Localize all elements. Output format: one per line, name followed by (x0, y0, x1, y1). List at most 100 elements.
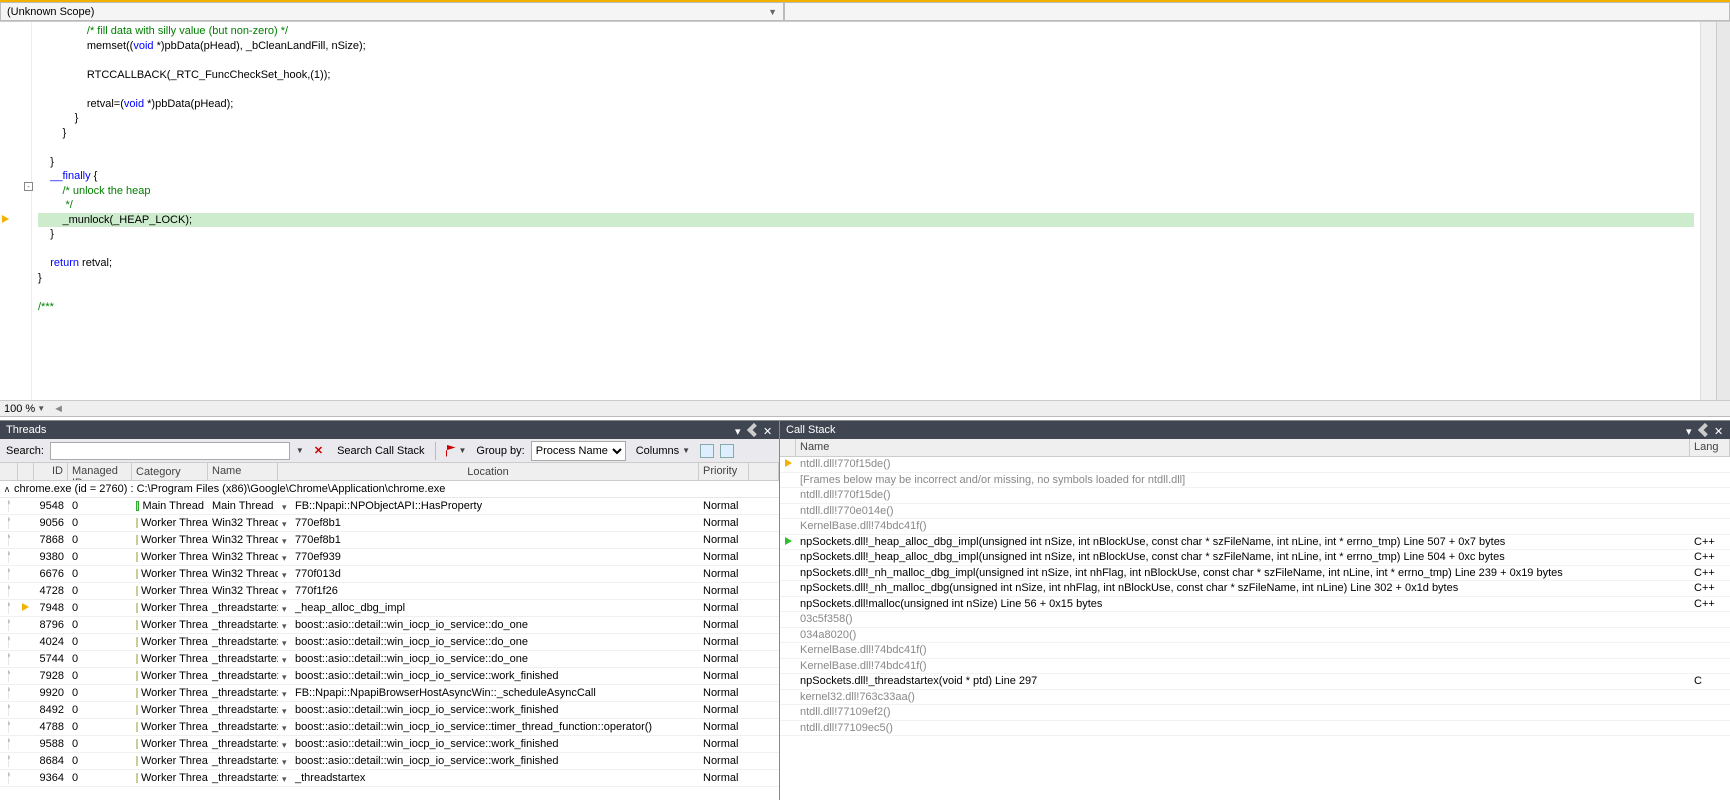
flag-icon[interactable] (8, 755, 10, 767)
search-input[interactable] (50, 442, 290, 460)
expand-icon[interactable] (282, 518, 292, 528)
expand-icon[interactable] (282, 535, 292, 545)
col-category[interactable]: Category (132, 463, 208, 480)
flag-icon[interactable] (8, 500, 10, 512)
thread-row[interactable]: 93800Worker ThreadWin32 Thread770ef939No… (0, 549, 779, 566)
expand-icon[interactable] (282, 722, 292, 732)
thread-row[interactable]: 47880Worker Thread_threadstartexboost::a… (0, 719, 779, 736)
col-lang[interactable]: Lang (1690, 439, 1730, 456)
col-name[interactable]: Name (796, 439, 1690, 456)
flag-icon[interactable] (8, 517, 10, 529)
flag-icon[interactable] (8, 772, 10, 784)
thread-row[interactable]: 95880Worker Thread_threadstartexboost::a… (0, 736, 779, 753)
window-position-icon[interactable]: ▾ (1686, 425, 1696, 435)
callstack-row[interactable]: KernelBase.dll!74bdc41f() (780, 519, 1730, 535)
callstack-row[interactable]: kernel32.dll!763c33aa() (780, 690, 1730, 706)
expand-icon[interactable] (282, 671, 292, 681)
col-managed-id[interactable]: Managed ID (68, 463, 132, 480)
callstack-row[interactable]: ntdll.dll!770e014e() (780, 504, 1730, 520)
flag-icon[interactable] (8, 687, 10, 699)
col-location[interactable]: Location (278, 463, 699, 480)
search-callstack-button[interactable]: Search Call Stack (333, 444, 428, 458)
callstack-row[interactable]: ntdll.dll!770f15de() (780, 488, 1730, 504)
editor-scrollbar[interactable] (1700, 22, 1716, 400)
flag-icon[interactable] (8, 738, 10, 750)
collapse-stacks-icon[interactable] (720, 444, 734, 458)
chevron-down-icon[interactable]: ▼ (37, 404, 45, 413)
pin-icon[interactable] (1698, 423, 1712, 437)
flag-icon[interactable] (8, 585, 10, 597)
callstack-row[interactable]: [Frames below may be incorrect and/or mi… (780, 473, 1730, 489)
thread-row[interactable]: 86840Worker Thread_threadstartexboost::a… (0, 753, 779, 770)
member-dropdown[interactable] (784, 2, 1730, 21)
callstack-row[interactable]: npSockets.dll!_heap_alloc_dbg_impl(unsig… (780, 535, 1730, 551)
flag-icon[interactable] (8, 602, 10, 614)
flag-icon[interactable] (8, 619, 10, 631)
expand-icon[interactable] (282, 773, 292, 783)
columns-button[interactable]: Columns▼ (632, 444, 694, 458)
expand-icon[interactable] (282, 637, 292, 647)
expand-icon[interactable] (282, 552, 292, 562)
flag-icon[interactable] (8, 721, 10, 733)
expand-icon[interactable] (282, 654, 292, 664)
thread-row[interactable]: 87960Worker Thread_threadstartexboost::a… (0, 617, 779, 634)
flag-icon[interactable] (8, 653, 10, 665)
callstack-body[interactable]: ntdll.dll!770f15de()[Frames below may be… (780, 457, 1730, 800)
scroll-left-icon[interactable]: ◄ (53, 403, 64, 415)
flag-icon[interactable] (8, 636, 10, 648)
thread-row[interactable]: 99200Worker Thread_threadstartexFB::Npap… (0, 685, 779, 702)
thread-row[interactable]: 90560Worker ThreadWin32 Thread770ef8b1No… (0, 515, 779, 532)
callstack-row[interactable]: KernelBase.dll!74bdc41f() (780, 643, 1730, 659)
thread-row[interactable]: 47280Worker ThreadWin32 Thread770f1f26No… (0, 583, 779, 600)
expand-icon[interactable] (282, 603, 292, 613)
scope-dropdown[interactable]: (Unknown Scope) ▼ (0, 2, 784, 21)
flag-icon[interactable] (8, 704, 10, 716)
col-name[interactable]: Name (208, 463, 278, 480)
thread-row[interactable]: 66760Worker ThreadWin32 Thread770f013dNo… (0, 566, 779, 583)
expand-icon[interactable] (282, 620, 292, 630)
groupby-select[interactable]: Process Name (531, 441, 626, 461)
close-icon[interactable]: ✕ (763, 425, 773, 435)
threads-body[interactable]: ʌchrome.exe (id = 2760) : C:\Program Fil… (0, 481, 779, 800)
callstack-row[interactable]: npSockets.dll!_heap_alloc_dbg_impl(unsig… (780, 550, 1730, 566)
fold-icon[interactable]: - (24, 182, 33, 191)
thread-row[interactable]: 40240Worker Thread_threadstartexboost::a… (0, 634, 779, 651)
callstack-row[interactable]: 03c5f358() (780, 612, 1730, 628)
expand-icon[interactable] (282, 569, 292, 579)
expand-icon[interactable] (282, 739, 292, 749)
expand-icon[interactable] (282, 688, 292, 698)
thread-row[interactable]: 78680Worker ThreadWin32 Thread770ef8b1No… (0, 532, 779, 549)
editor-code-area[interactable]: /* fill data with silly value (but non-z… (32, 22, 1700, 400)
callstack-row[interactable]: ntdll.dll!770f15de() (780, 457, 1730, 473)
flag-icon[interactable] (8, 568, 10, 580)
thread-row[interactable]: 79480Worker Thread_threadstartex_heap_al… (0, 600, 779, 617)
col-priority[interactable]: Priority (699, 463, 749, 480)
thread-group-row[interactable]: ʌchrome.exe (id = 2760) : C:\Program Fil… (0, 481, 779, 498)
close-icon[interactable]: ✕ (1714, 425, 1724, 435)
expand-stacks-icon[interactable] (700, 444, 714, 458)
thread-row[interactable]: 93640Worker Thread_threadstartex_threads… (0, 770, 779, 787)
flag-icon[interactable] (8, 534, 10, 546)
flag-button[interactable]: ▼ (442, 444, 471, 458)
col-id[interactable]: ID (34, 463, 68, 480)
thread-row[interactable]: 57440Worker Thread_threadstartexboost::a… (0, 651, 779, 668)
callstack-row[interactable]: ntdll.dll!77109ef2() (780, 705, 1730, 721)
thread-row[interactable]: 95480Main ThreadMain ThreadFB::Npapi::NP… (0, 498, 779, 515)
expand-icon[interactable] (282, 756, 292, 766)
flag-icon[interactable] (8, 670, 10, 682)
expand-icon[interactable] (282, 501, 292, 511)
callstack-row[interactable]: npSockets.dll!_nh_malloc_dbg_impl(unsign… (780, 566, 1730, 582)
clear-search-button[interactable]: ✕ (310, 443, 327, 458)
window-position-icon[interactable]: ▾ (735, 425, 745, 435)
callstack-row[interactable]: npSockets.dll!malloc(unsigned int nSize)… (780, 597, 1730, 613)
callstack-row[interactable]: ntdll.dll!77109ec5() (780, 721, 1730, 737)
callstack-row[interactable]: 034a8020() (780, 628, 1730, 644)
thread-row[interactable]: 79280Worker Thread_threadstartexboost::a… (0, 668, 779, 685)
callstack-row[interactable]: KernelBase.dll!74bdc41f() (780, 659, 1730, 675)
thread-row[interactable]: 84920Worker Thread_threadstartexboost::a… (0, 702, 779, 719)
callstack-row[interactable]: npSockets.dll!_nh_malloc_dbg(unsigned in… (780, 581, 1730, 597)
callstack-row[interactable]: npSockets.dll!_threadstartex(void * ptd)… (780, 674, 1730, 690)
flag-icon[interactable] (8, 551, 10, 563)
expand-icon[interactable] (282, 705, 292, 715)
chevron-down-icon[interactable]: ▼ (296, 446, 304, 455)
